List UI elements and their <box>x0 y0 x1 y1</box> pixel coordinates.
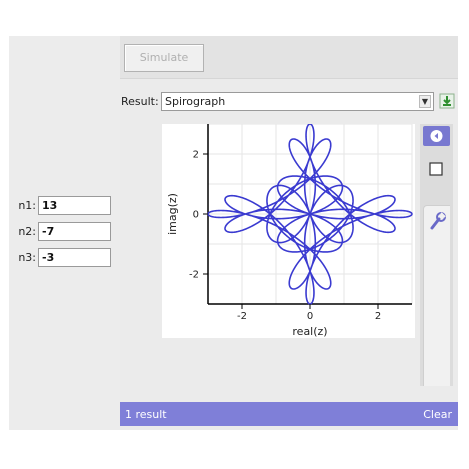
plot-sidebar <box>420 124 453 386</box>
y-axis-label: imag(z) <box>166 193 179 235</box>
plot-area: -2 0 2 2 0 -2 real(z) imag(z) <box>162 124 415 338</box>
param-n3-input[interactable]: -3 <box>38 248 111 267</box>
x-tick-label: -2 <box>237 311 247 322</box>
result-select[interactable]: Spirograph ▼ <box>161 92 434 111</box>
x-axis-label: real(z) <box>292 325 327 338</box>
collapse-icon <box>430 130 443 142</box>
clear-button[interactable]: Clear <box>423 408 452 421</box>
x-tick-label: 2 <box>375 311 381 322</box>
toolbar: Simulate <box>120 36 458 79</box>
settings-tab[interactable] <box>423 205 450 386</box>
plot-ticks: -2 0 2 2 0 -2 <box>189 150 381 323</box>
status-bar: 1 result Clear <box>120 402 458 426</box>
simulate-button[interactable]: Simulate <box>124 44 204 72</box>
y-tick-label: 0 <box>193 210 199 221</box>
chevron-down-icon[interactable]: ▼ <box>419 95 431 108</box>
param-n1-label: n1: <box>18 199 36 212</box>
result-selected-value: Spirograph <box>165 95 226 108</box>
param-n3-label: n3: <box>18 251 36 264</box>
app-root: n1: 13 n2: -7 n3: -3 Simulate Result: Sp… <box>0 0 469 469</box>
param-n2-input[interactable]: -7 <box>38 222 111 241</box>
collapse-button[interactable] <box>423 126 450 146</box>
param-n1-input[interactable]: 13 <box>38 196 111 215</box>
results-panel: Simulate Result: Spirograph ▼ -2 0 2 2 0 -2 r… <box>120 36 458 430</box>
plot-icon[interactable] <box>427 160 445 178</box>
y-tick-label: -2 <box>189 270 199 281</box>
y-tick-label: 2 <box>193 150 199 161</box>
parameters-panel: n1: 13 n2: -7 n3: -3 <box>9 36 120 430</box>
param-n2-label: n2: <box>18 225 36 238</box>
result-label: Result: <box>121 95 159 108</box>
wrench-icon <box>430 212 446 230</box>
x-tick-label: 0 <box>307 311 313 322</box>
export-icon[interactable] <box>439 93 455 109</box>
result-count: 1 result <box>125 408 167 421</box>
